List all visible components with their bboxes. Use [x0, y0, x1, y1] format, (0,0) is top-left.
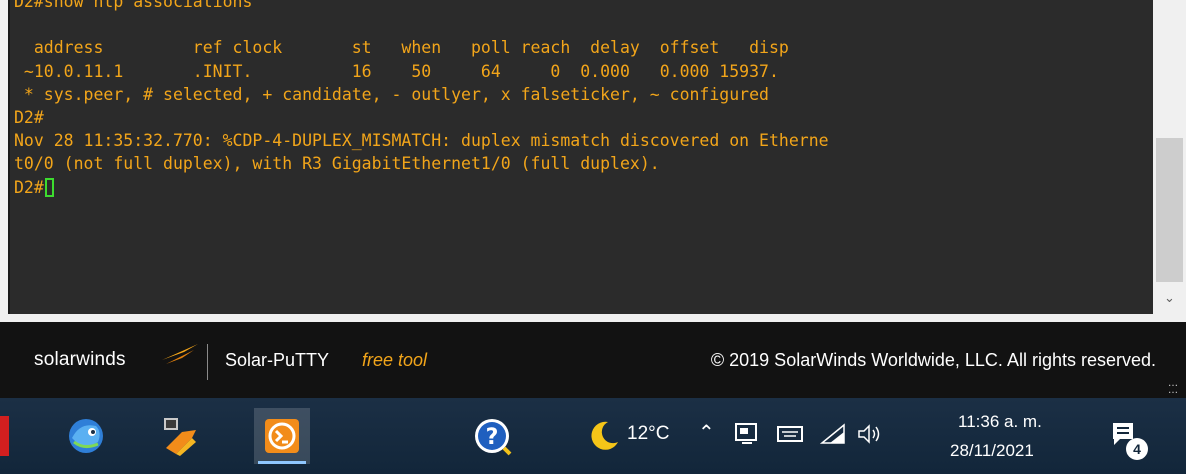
- windows-taskbar: ? 12°C ⌃ 11:36 a. m. 28/11/2021 4: [0, 398, 1186, 474]
- putty-window: D2#show ntp associations address ref clo…: [0, 0, 1186, 322]
- weather-temperature[interactable]: 12°C: [627, 423, 669, 445]
- terminal-lines: D2#show ntp associations address ref clo…: [14, 0, 829, 199]
- free-tool-tag: free tool: [362, 350, 428, 370]
- wifi-icon[interactable]: [820, 423, 846, 445]
- gns3-chameleon-icon: [69, 419, 103, 453]
- notification-count-badge: 4: [1126, 438, 1148, 460]
- terminal-line: Nov 28 11:35:32.770: %CDP-4-DUPLEX_MISMA…: [14, 131, 829, 151]
- terminal-line: D2#: [14, 107, 44, 127]
- solarwinds-flare-icon: [162, 344, 198, 364]
- solarwinds-logo: solarwinds: [34, 349, 126, 370]
- terminal-line: D2#show ntp associations: [14, 0, 253, 11]
- terminal-line: ~10.0.11.1 .INIT. 16 50 64 0 0.000 0.000…: [14, 61, 779, 81]
- product-name: Solar-PuTTY: [225, 350, 330, 370]
- keyboard-icon[interactable]: [776, 423, 804, 445]
- chevron-up-icon[interactable]: ⌃: [698, 420, 715, 444]
- clock-time[interactable]: 11:36 a. m.: [958, 412, 1042, 432]
- scrollbar-thumb[interactable]: [1156, 138, 1183, 282]
- solar-putty-icon: [265, 419, 299, 453]
- speaker-icon[interactable]: [856, 422, 882, 446]
- taskbar-app-help[interactable]: ?: [464, 408, 520, 464]
- taskbar-app-gns3[interactable]: [58, 408, 114, 464]
- solarwinds-brand-bar: solarwinds Solar-PuTTY free tool © 2019 …: [0, 322, 1186, 398]
- help-icon: ?: [475, 419, 512, 456]
- resize-grip-icon[interactable]: ……: [1168, 379, 1182, 396]
- taskbar-app-solar-putty[interactable]: [254, 408, 310, 464]
- taskbar-edge-app-icon[interactable]: [0, 416, 9, 456]
- terminal-prompt: D2#: [14, 177, 44, 197]
- moon-icon[interactable]: [588, 418, 620, 452]
- copyright-notice: © 2019 SolarWinds Worldwide, LLC. All ri…: [710, 350, 1156, 370]
- terminal-cursor: [44, 177, 54, 197]
- brand-divider: [207, 344, 208, 380]
- terminal-scrollbar[interactable]: ⌄: [1153, 0, 1186, 314]
- terminal-output[interactable]: D2#show ntp associations address ref clo…: [8, 0, 1153, 314]
- svg-text:?: ?: [486, 425, 499, 450]
- terminal-prompt-line[interactable]: D2#: [14, 176, 829, 199]
- taskbar-app-vmware[interactable]: [152, 408, 208, 464]
- terminal-line: t0/0 (not full duplex), with R3 GigabitE…: [14, 154, 660, 174]
- terminal-line: address ref clock st when poll reach del…: [14, 38, 789, 58]
- scroll-down-arrow-icon[interactable]: ⌄: [1156, 288, 1183, 310]
- terminal-line: * sys.peer, # selected, + candidate, - o…: [14, 84, 769, 104]
- clock-date[interactable]: 28/11/2021: [950, 441, 1034, 461]
- vmware-workstation-icon: [164, 418, 196, 456]
- network-status-icon[interactable]: [734, 422, 760, 446]
